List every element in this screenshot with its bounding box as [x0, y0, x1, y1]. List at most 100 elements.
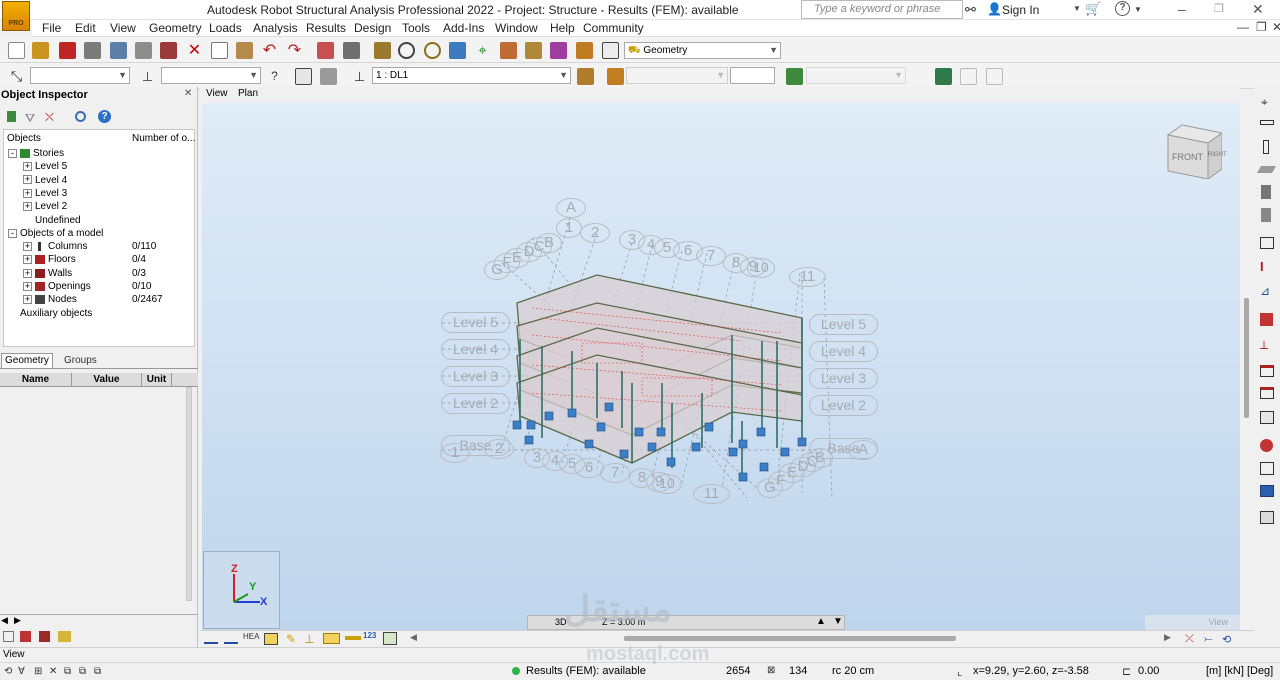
scroll-left-icon[interactable]: ◀ [1, 615, 8, 626]
structure-model-icon[interactable] [449, 42, 466, 59]
view-tool-1-icon[interactable]: ⤫ [1185, 633, 1194, 646]
expand-icon[interactable]: + [23, 162, 32, 172]
tree-item-level-4[interactable]: + Level 4 [4, 174, 67, 187]
expand-icon[interactable]: + [23, 281, 32, 291]
hscroll-left-icon[interactable]: ◀ [410, 632, 417, 643]
menu-tools[interactable]: Tools [402, 21, 430, 35]
slab-display-icon[interactable] [323, 633, 340, 644]
print-preview-icon[interactable] [110, 42, 127, 59]
story-up-icon[interactable] [960, 68, 977, 85]
node-numbers-icon[interactable] [204, 633, 218, 644]
level-down-icon[interactable]: ▼ [833, 616, 843, 627]
bar-selection-field[interactable]: ▼ [161, 67, 261, 84]
loads-icon[interactable] [525, 42, 542, 59]
view-tool-2-icon[interactable]: ⤚ [1204, 633, 1213, 646]
expand-icon[interactable]: + [23, 241, 32, 251]
wall-tool-icon[interactable] [1261, 185, 1271, 199]
selection-group-icon[interactable] [320, 68, 337, 85]
zoom-window-icon[interactable] [424, 42, 441, 59]
new-file-icon[interactable] [8, 42, 25, 59]
hscroll-thumb[interactable] [624, 636, 956, 641]
calculations-icon[interactable] [550, 42, 567, 59]
supports-icon[interactable]: ⌖ [474, 42, 491, 59]
structure-nodes-icon[interactable]: ⌖ [1261, 95, 1268, 110]
section-symbols-icon[interactable]: HEA [243, 632, 259, 641]
undo-icon[interactable]: ↶ [261, 42, 278, 59]
search-icon[interactable] [75, 111, 86, 122]
copy-icon[interactable] [211, 42, 228, 59]
close-window-icon[interactable]: ✕ [1252, 1, 1264, 18]
level-up-icon[interactable]: ▲ [816, 616, 826, 627]
tree-item-openings[interactable]: + Openings [4, 280, 91, 293]
bar-numbers-icon[interactable] [224, 633, 238, 644]
tab-view[interactable]: View [206, 88, 228, 99]
tree-scrollbar[interactable] [190, 129, 195, 347]
layers-icon[interactable] [58, 631, 71, 642]
cables-tool-icon[interactable] [1260, 411, 1274, 424]
releases-tool-icon[interactable]: ⟂ [1260, 338, 1268, 353]
panel-tool-icon[interactable] [1261, 208, 1271, 222]
numbering-icon[interactable]: 123 [363, 631, 376, 640]
mdi-minimize-icon[interactable]: — [1237, 20, 1249, 34]
status-icon-1[interactable]: ⟲ [4, 666, 12, 677]
mesh-tool-icon[interactable] [1260, 462, 1274, 475]
expand-icon[interactable]: + [23, 255, 32, 265]
status-snap-icon[interactable]: ✕ [49, 666, 57, 677]
selection-frame-icon[interactable] [295, 68, 312, 85]
tools-icon[interactable] [576, 42, 593, 59]
expand-icon[interactable]: + [23, 175, 32, 185]
help-dropdown-icon[interactable]: ▼ [1134, 5, 1142, 14]
status-copy-icon[interactable]: ⧉ [64, 666, 71, 677]
bar-tool-icon[interactable] [1260, 120, 1274, 125]
report-icon[interactable] [39, 631, 50, 642]
selection-query-icon[interactable]: ? [266, 68, 283, 85]
list-view-icon[interactable] [3, 631, 14, 642]
delete-icon[interactable]: ✕ [186, 42, 203, 59]
menu-help[interactable]: Help [550, 21, 575, 35]
binoculars-icon[interactable]: ⚯ [965, 2, 976, 18]
section-tool-icon[interactable]: I [1260, 259, 1264, 274]
status-icon-2[interactable]: ∀ [18, 666, 25, 677]
prop-unit-header[interactable]: Unit [142, 373, 172, 387]
open-file-icon[interactable] [32, 42, 49, 59]
viewport-vscroll[interactable] [1240, 103, 1254, 630]
tree-item-undefined[interactable]: Undefined [4, 214, 81, 227]
app-logo[interactable]: PRO [2, 1, 30, 31]
model-viewport[interactable]: A B C D E F G 1 2 3 4 5 6 7 8 9 10 11 Le… [202, 103, 1240, 630]
load-case-select[interactable]: 1 : DL1 ▼ [372, 67, 571, 84]
view-tool-3-icon[interactable]: ⟲ [1222, 633, 1231, 646]
prop-name-header[interactable]: Name [0, 373, 72, 387]
rigid-links-tool-icon[interactable] [1260, 387, 1274, 399]
material-tool-icon[interactable] [1260, 313, 1273, 326]
status-view-tab[interactable]: View [3, 649, 25, 660]
opening-tool-icon[interactable] [1260, 237, 1274, 249]
scroll-right-icon[interactable]: ▶ [14, 615, 21, 626]
menu-edit[interactable]: Edit [75, 21, 96, 35]
mdi-close-icon[interactable]: ✕ [1272, 20, 1280, 34]
menu-results[interactable]: Results [306, 21, 346, 35]
mode-value-field[interactable] [730, 67, 775, 84]
structure-type-select[interactable]: ▼ [806, 67, 906, 84]
tab-groups[interactable]: Groups [60, 354, 101, 368]
print-icon[interactable] [84, 42, 101, 59]
expand-icon[interactable]: + [23, 202, 32, 212]
screen-capture-icon[interactable] [135, 42, 152, 59]
collapse-icon[interactable]: - [8, 228, 17, 238]
menu-community[interactable]: Community [583, 21, 644, 35]
loads-display-icon[interactable]: ✎ [286, 632, 296, 646]
status-undo-icon[interactable]: ⧉ [79, 666, 86, 677]
mode-select[interactable]: ▼ [626, 67, 728, 84]
zoom-icon[interactable] [398, 42, 415, 59]
vscroll-thumb[interactable] [1244, 298, 1249, 418]
search-input[interactable]: Type a keyword or phrase [801, 0, 963, 19]
panel-display-icon[interactable] [345, 636, 361, 640]
tree-item-walls[interactable]: + Walls [4, 267, 72, 280]
minimize-icon[interactable]: – [1178, 1, 1186, 17]
menu-view[interactable]: View [110, 21, 136, 35]
paste-icon[interactable] [236, 42, 253, 59]
structure-model[interactable] [202, 103, 1240, 630]
load-case-icon[interactable]: ⊥ [351, 68, 368, 85]
clear-filter-icon[interactable]: ⛌ [45, 110, 54, 125]
help-icon[interactable]: ? [98, 110, 111, 123]
layout-selector-icon[interactable] [602, 42, 619, 59]
